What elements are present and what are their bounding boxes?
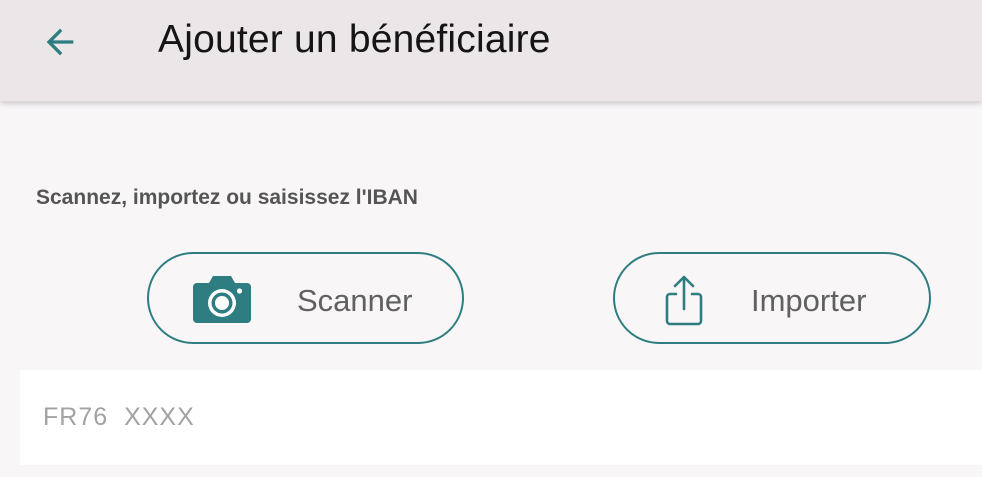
back-button[interactable]: [28, 14, 92, 70]
scan-button[interactable]: Scanner: [147, 252, 464, 344]
app-bar: Ajouter un bénéficiaire: [0, 0, 982, 101]
arrow-left-icon: [46, 28, 74, 56]
import-button-label: Importer: [751, 283, 867, 318]
import-button[interactable]: Importer: [613, 252, 931, 344]
camera-icon: [191, 274, 253, 324]
instructions-label: Scannez, importez ou saisissez l'IBAN: [36, 186, 418, 209]
iban-input[interactable]: [20, 370, 982, 465]
share-upload-icon: [663, 274, 705, 326]
page-title: Ajouter un bénéficiaire: [158, 18, 551, 61]
scan-button-label: Scanner: [297, 283, 413, 318]
